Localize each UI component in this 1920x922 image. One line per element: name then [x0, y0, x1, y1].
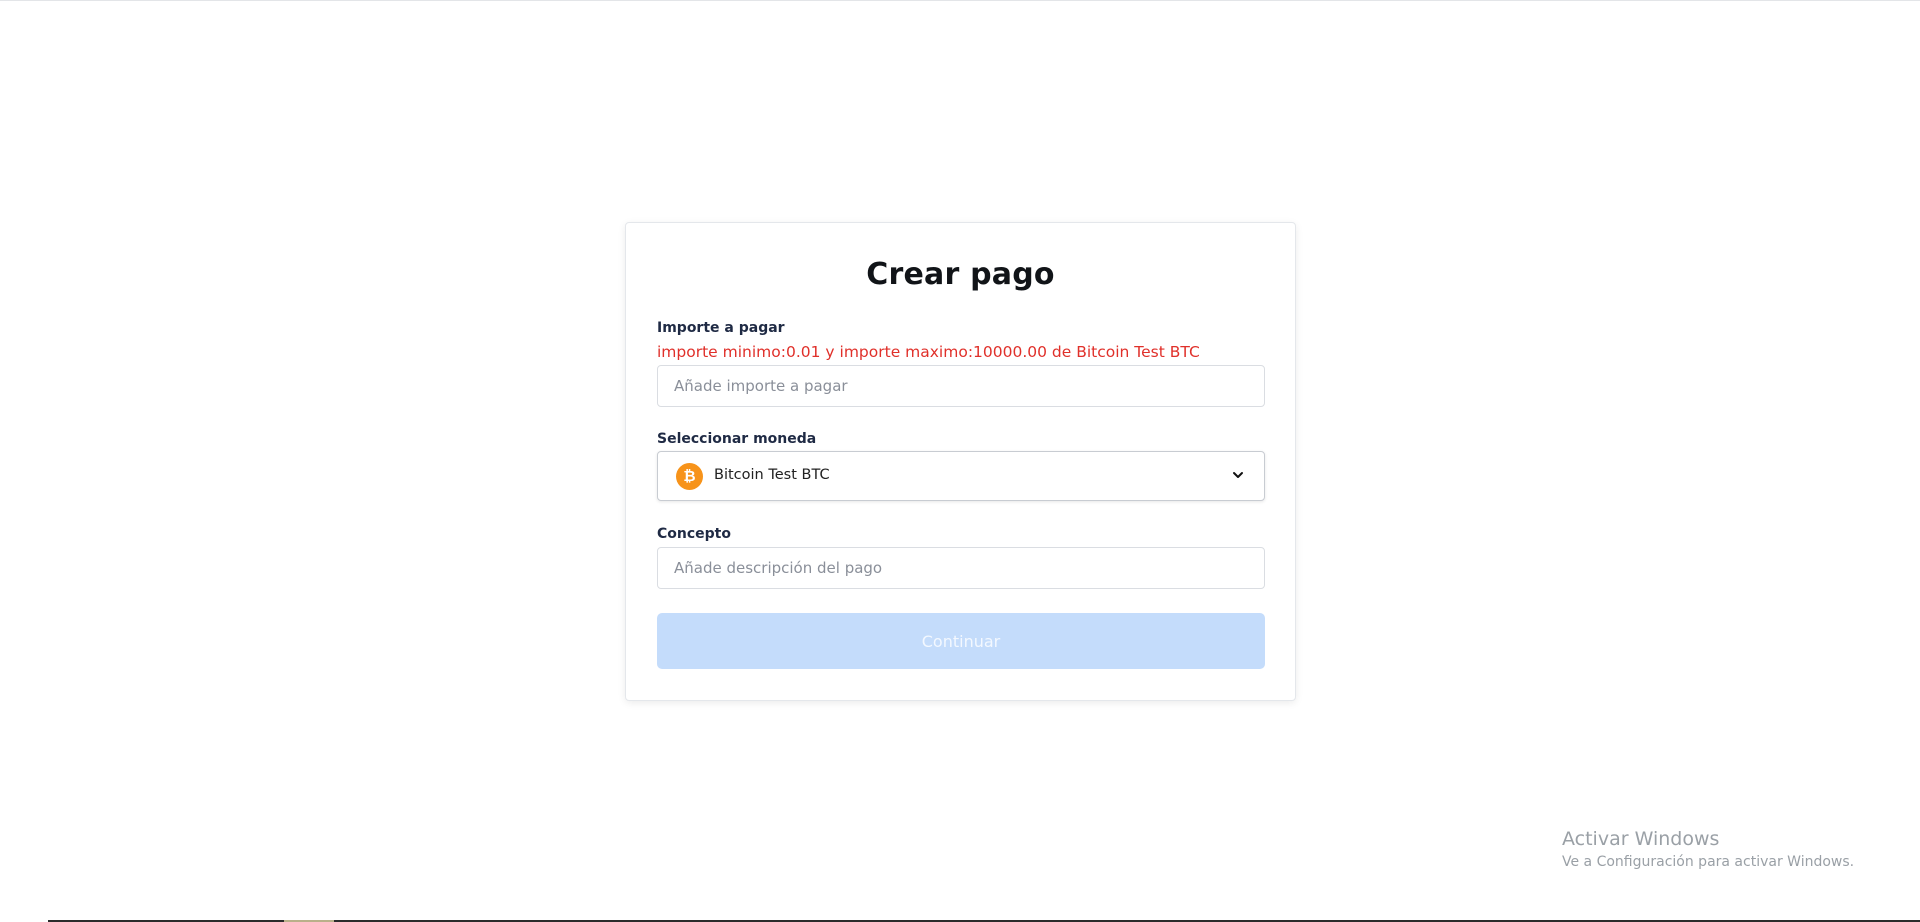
currency-selected-value: Bitcoin Test BTC: [714, 467, 830, 483]
concept-input[interactable]: [657, 547, 1265, 589]
watermark-subtitle: Ve a Configuración para activar Windows.: [1562, 854, 1855, 870]
create-payment-card: Crear pago Importe a pagar importe minim…: [625, 222, 1296, 701]
bitcoin-icon: ₿: [676, 463, 703, 490]
windows-activation-watermark: Activar Windows Ve a Configuración para …: [1562, 828, 1854, 870]
watermark-title: Activar Windows: [1562, 828, 1720, 850]
chevron-down-icon: [1233, 472, 1243, 478]
continue-button[interactable]: Continuar: [657, 613, 1265, 669]
top-divider: [0, 0, 1920, 1]
amount-input[interactable]: [657, 365, 1265, 407]
currency-select[interactable]: ₿ Bitcoin Test BTC: [657, 451, 1265, 501]
page-title: Crear pago: [866, 257, 1055, 292]
concept-label: Concepto: [657, 526, 731, 542]
currency-label: Seleccionar moneda: [657, 431, 817, 447]
amount-label: Importe a pagar: [657, 320, 785, 336]
amount-error-message: importe minimo:0.01 y importe maximo:100…: [657, 343, 1200, 361]
